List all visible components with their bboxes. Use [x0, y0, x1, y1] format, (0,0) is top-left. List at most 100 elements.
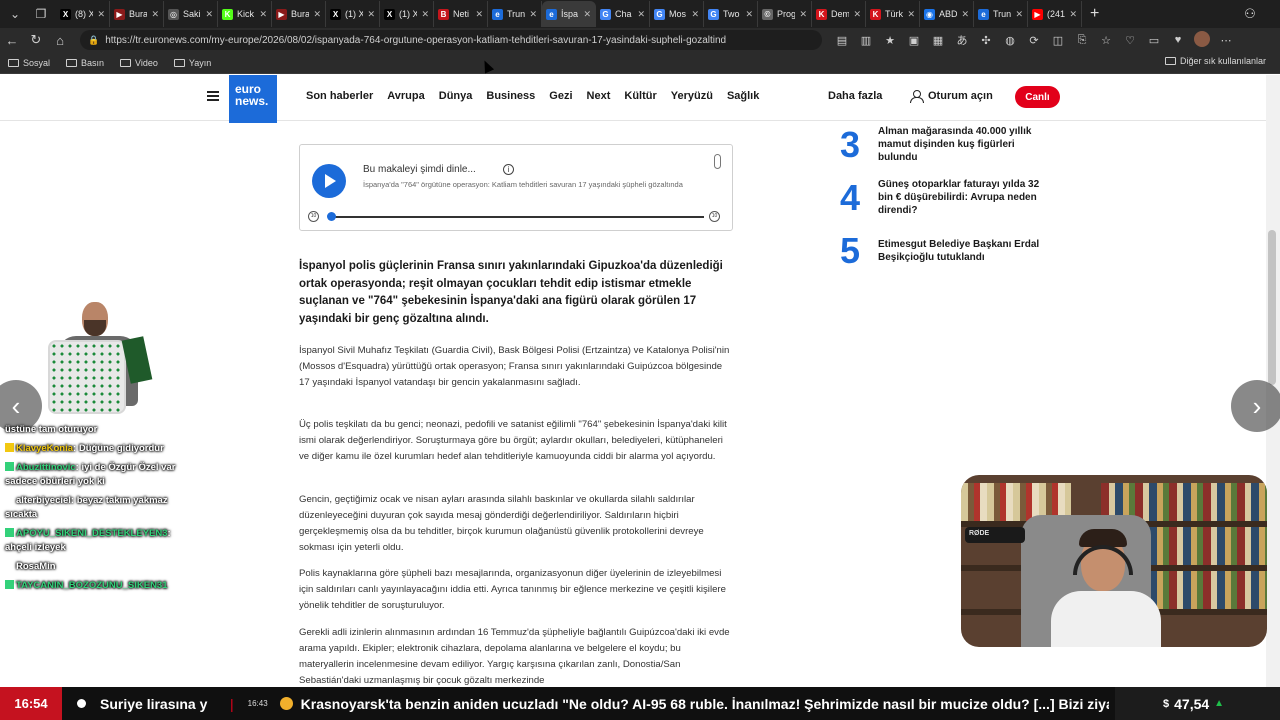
tab-close-icon[interactable]: ✕ [97, 9, 105, 20]
hamburger-menu-icon[interactable] [207, 91, 219, 101]
chat-username[interactable]: APOYU_SIKENI_DESTEKLEYEN3 [16, 528, 168, 539]
tab-close-icon[interactable]: ✕ [205, 9, 213, 20]
tab-close-icon[interactable]: ✕ [1015, 9, 1023, 20]
tab-close-icon[interactable]: ✕ [475, 9, 483, 20]
extension-icon[interactable]: ✣ [978, 34, 994, 47]
bookmark-folder[interactable]: Sosyal [8, 58, 50, 68]
rewind-10-icon[interactable]: 10 [308, 211, 319, 222]
nav-link[interactable]: Gezi [549, 90, 572, 102]
chat-username[interactable]: alterbiyeciel [16, 495, 71, 506]
browser-tab[interactable]: K Dem ✕ [812, 1, 866, 27]
chat-username[interactable]: RosaMin [16, 561, 56, 572]
nav-link[interactable]: Sağlık [727, 90, 759, 102]
translate-icon[interactable]: あ [954, 32, 970, 48]
workspaces-icon[interactable]: ❐ [30, 3, 52, 25]
tab-close-icon[interactable]: ✕ [907, 9, 915, 20]
browser-tab[interactable]: G Two ✕ [704, 1, 758, 27]
browser-tab[interactable]: G Mos ✕ [650, 1, 704, 27]
browser-tab[interactable]: G Cha ✕ [596, 1, 650, 27]
tab-close-icon[interactable]: ✕ [637, 9, 645, 20]
browser-tab[interactable]: ▶ Bura ✕ [272, 1, 326, 27]
new-tab-button[interactable]: + [1090, 5, 1099, 23]
tab-close-icon[interactable]: ✕ [745, 9, 753, 20]
profile-avatar[interactable] [1194, 30, 1210, 50]
back-icon[interactable]: ← [0, 28, 24, 52]
info-icon[interactable]: i [503, 164, 514, 175]
nav-link[interactable]: Business [486, 90, 535, 102]
tab-close-icon[interactable]: ✕ [259, 9, 267, 20]
wallet-icon[interactable]: ▭ [1146, 34, 1162, 47]
browser-tab[interactable]: X (8) X ✕ [56, 1, 110, 27]
most-read-link[interactable]: Güneş otoparklar faturayı yılda 32 bin €… [878, 178, 1043, 217]
attachment-icon[interactable] [714, 154, 721, 169]
nav-link[interactable]: Kültür [624, 90, 656, 102]
bookmark-folder[interactable]: Video [120, 58, 158, 68]
more-menu-link[interactable]: Daha fazla [828, 90, 882, 102]
tab-close-icon[interactable]: ✕ [799, 9, 807, 20]
tab-close-icon[interactable]: ✕ [151, 9, 159, 20]
chat-username[interactable]: Abuzittinovic [16, 462, 76, 473]
reload-icon[interactable]: ↻ [24, 28, 48, 52]
most-read-link[interactable]: Alman mağarasında 40.000 yıllık mamut di… [878, 125, 1043, 164]
login-link[interactable]: Oturum açın [910, 90, 993, 103]
chat-username[interactable]: KlavyeKonia [16, 443, 73, 454]
favorite-star-icon[interactable]: ★ [882, 34, 898, 47]
browser-tab[interactable]: e Trun ✕ [488, 1, 542, 27]
tab-close-icon[interactable]: ✕ [583, 9, 591, 20]
browser-tab[interactable]: ◉ ABD ✕ [920, 1, 974, 27]
more-menu-icon[interactable]: ⋯ [1218, 34, 1234, 47]
browser-tab[interactable]: e Trun ✕ [974, 1, 1028, 27]
url-field[interactable]: 🔒 https://tr.euronews.com/my-europe/2026… [80, 30, 822, 50]
progress-handle[interactable] [327, 212, 336, 221]
split-screen-icon[interactable]: ◫ [1050, 34, 1066, 47]
nav-link[interactable]: Son haberler [306, 90, 373, 102]
forward-10-icon[interactable]: 10 [709, 211, 720, 222]
nav-link[interactable]: Next [587, 90, 611, 102]
tab-close-icon[interactable]: ✕ [691, 9, 699, 20]
home-icon[interactable]: ⌂ [48, 28, 72, 52]
most-read-link[interactable]: Etimesgut Belediye Başkanı Erdal Beşikçi… [878, 238, 1043, 264]
extension-icon[interactable]: ◍ [1002, 34, 1018, 47]
live-button[interactable]: Canlı [1015, 86, 1060, 108]
euronews-logo[interactable]: euro news. [229, 75, 277, 123]
tab-close-icon[interactable]: ✕ [529, 9, 537, 20]
tab-close-icon[interactable]: ✕ [961, 9, 969, 20]
tab-menu-icon[interactable]: ⌄ [4, 3, 26, 25]
chat-username[interactable]: TAYCANIN_BOZOZUNU_SIKEN31 [16, 580, 168, 591]
tab-close-icon[interactable]: ✕ [853, 9, 861, 20]
nav-link[interactable]: Avrupa [387, 90, 425, 102]
tab-close-icon[interactable]: ✕ [421, 9, 429, 20]
heart-icon[interactable]: ♡ [1122, 34, 1138, 47]
browser-tab[interactable]: e İspa ✕ [542, 1, 596, 27]
other-favorites[interactable]: Diğer sık kullanılanlar [1164, 56, 1266, 66]
collections-icon[interactable]: ⎘ [1074, 34, 1090, 47]
extension-icon[interactable]: ▦ [930, 34, 946, 47]
browser-tab[interactable]: ▶ (241 ✕ [1028, 1, 1082, 27]
tab-close-icon[interactable]: ✕ [367, 9, 375, 20]
refresh-extension-icon[interactable]: ⟳ [1026, 34, 1042, 47]
favorites-list-icon[interactable]: ☆ [1098, 34, 1114, 47]
browser-tab[interactable]: ◎ Saki ✕ [164, 1, 218, 27]
browser-tab[interactable]: B Neti ✕ [434, 1, 488, 27]
scrollbar-thumb[interactable] [1268, 230, 1276, 385]
tab-close-icon[interactable]: ✕ [1069, 9, 1077, 20]
nav-link[interactable]: Yeryüzü [671, 90, 713, 102]
window-profile-icon[interactable]: ⚇ [1220, 0, 1280, 28]
browser-tab[interactable]: ▶ Bura ✕ [110, 1, 164, 27]
browser-tab[interactable]: © Prog ✕ [758, 1, 812, 27]
tab-close-icon[interactable]: ✕ [313, 9, 321, 20]
bookmark-folder[interactable]: Basın [66, 58, 104, 68]
bookmark-folder[interactable]: Yayın [173, 58, 211, 68]
performance-icon[interactable]: ♥ [1170, 34, 1186, 46]
read-aloud-icon[interactable]: ▤ [834, 34, 850, 47]
browser-tab[interactable]: X (1) X ✕ [380, 1, 434, 27]
extension-icon[interactable]: ▣ [906, 34, 922, 47]
play-button[interactable] [312, 164, 346, 198]
carousel-next-icon[interactable]: › [1231, 380, 1280, 432]
browser-tab[interactable]: K Türk ✕ [866, 1, 920, 27]
progress-track[interactable] [330, 216, 704, 218]
reader-icon[interactable]: ▥ [858, 34, 874, 47]
nav-link[interactable]: Dünya [439, 90, 473, 102]
browser-tab[interactable]: K Kick ✕ [218, 1, 272, 27]
browser-tab[interactable]: X (1) X ✕ [326, 1, 380, 27]
